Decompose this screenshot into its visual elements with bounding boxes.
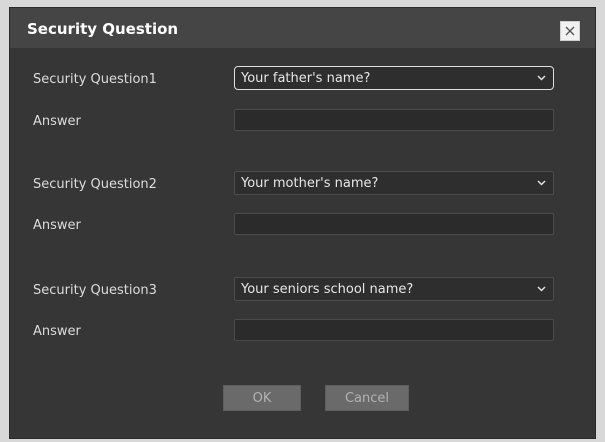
security-question-2-select[interactable]: Your mother's name? bbox=[234, 171, 554, 195]
security-question-2-label: Security Question2 bbox=[33, 177, 157, 192]
answer-2-input[interactable] bbox=[234, 213, 554, 235]
security-question-3-label: Security Question3 bbox=[33, 283, 157, 298]
answer-1-label: Answer bbox=[33, 114, 81, 129]
ok-button[interactable]: OK bbox=[223, 385, 301, 411]
security-question-2-value: Your mother's name? bbox=[241, 176, 379, 191]
close-button[interactable] bbox=[560, 21, 580, 41]
cancel-button[interactable]: Cancel bbox=[325, 385, 409, 411]
security-question-1-value: Your father's name? bbox=[241, 71, 371, 86]
answer-3-input[interactable] bbox=[234, 319, 554, 341]
chevron-down-icon bbox=[537, 75, 546, 81]
security-question-3-value: Your seniors school name? bbox=[241, 282, 414, 297]
answer-2-label: Answer bbox=[33, 218, 81, 233]
security-question-dialog: Security Question Security Question1 You… bbox=[10, 8, 595, 438]
title-bar: Security Question bbox=[10, 8, 595, 48]
chevron-down-icon bbox=[537, 180, 546, 186]
security-question-3-select[interactable]: Your seniors school name? bbox=[234, 277, 554, 301]
chevron-down-icon bbox=[537, 286, 546, 292]
dialog-title: Security Question bbox=[27, 20, 179, 38]
security-question-1-label: Security Question1 bbox=[33, 72, 157, 87]
close-icon bbox=[565, 26, 575, 36]
answer-3-label: Answer bbox=[33, 324, 81, 339]
security-question-1-select[interactable]: Your father's name? bbox=[234, 66, 554, 90]
answer-1-input[interactable] bbox=[234, 109, 554, 131]
